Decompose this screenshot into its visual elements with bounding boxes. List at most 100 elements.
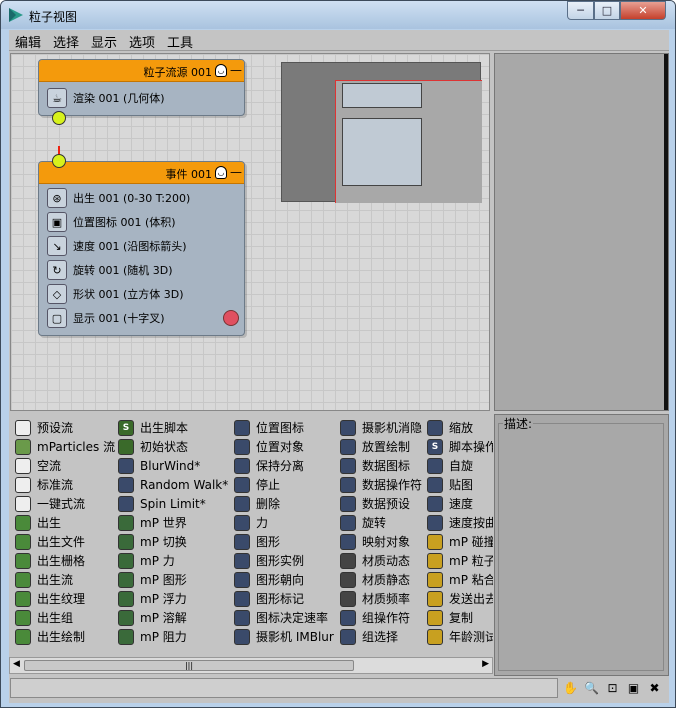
depot-item[interactable]: 位置图标 xyxy=(234,418,304,437)
menu-edit[interactable]: 编辑 xyxy=(15,32,41,51)
collapse-icon[interactable]: — xyxy=(230,165,242,179)
depot-item[interactable]: mP 溶解 xyxy=(118,608,187,627)
depot-item[interactable]: mP 图形 xyxy=(118,570,187,589)
menu-tools[interactable]: 工具 xyxy=(167,32,193,51)
lightbulb-icon[interactable]: ◡ xyxy=(215,64,227,77)
pan-icon[interactable]: ✋ xyxy=(562,680,579,697)
navigator-minimap[interactable] xyxy=(281,62,482,203)
depot-item[interactable]: 组操作符 xyxy=(340,608,410,627)
operator-display[interactable]: ▢ 显示 001 (十字叉) xyxy=(47,307,237,329)
parameters-panel[interactable] xyxy=(494,53,669,411)
depot-item[interactable]: 摄影机消隐 xyxy=(340,418,422,437)
close-button[interactable]: ✕ xyxy=(620,1,666,20)
depot-item[interactable]: 复制 xyxy=(427,608,473,627)
depot-item[interactable]: 出生文件 xyxy=(15,532,85,551)
input-connector[interactable] xyxy=(52,154,66,168)
depot-item[interactable]: 出生组 xyxy=(15,608,73,627)
depot-item[interactable]: mP 阻力 xyxy=(118,627,187,646)
depot-item[interactable]: 贴图 xyxy=(427,475,473,494)
depot-item[interactable]: 自旋 xyxy=(427,456,473,475)
depot-item[interactable]: 图标决定速率 xyxy=(234,608,328,627)
depot-item[interactable]: 初始状态 xyxy=(118,437,188,456)
depot-item[interactable]: 停止 xyxy=(234,475,280,494)
depot-item[interactable]: 出生绘制 xyxy=(15,627,85,646)
depot-item[interactable]: 预设流 xyxy=(15,418,73,437)
depot-item[interactable]: mP 粘合 xyxy=(427,570,493,589)
zoom-extents-icon[interactable]: ▣ xyxy=(625,680,642,697)
depot-item[interactable]: 空流 xyxy=(15,456,61,475)
operator-shape[interactable]: ◇ 形状 001 (立方体 3D) xyxy=(47,283,237,305)
depot-item[interactable]: 保持分离 xyxy=(234,456,304,475)
depot-item[interactable]: 速度 xyxy=(427,494,473,513)
depot-item[interactable]: Random Walk* xyxy=(118,475,228,494)
menu-display[interactable]: 显示 xyxy=(91,32,117,51)
minimize-button[interactable]: ─ xyxy=(567,1,594,20)
depot-item[interactable]: 图形朝向 xyxy=(234,570,304,589)
depot-item[interactable]: 删除 xyxy=(234,494,280,513)
depot-item[interactable]: 位置对象 xyxy=(234,437,304,456)
depot-item[interactable]: BlurWind* xyxy=(118,456,200,475)
depot-item[interactable]: 放置绘制 xyxy=(340,437,410,456)
depot-item[interactable]: mP 切换 xyxy=(118,532,187,551)
depot-item[interactable]: 图形实例 xyxy=(234,551,304,570)
depot-item[interactable]: 缩放 xyxy=(427,418,473,437)
depot-item[interactable]: 旋转 xyxy=(340,513,386,532)
depot-item[interactable]: mP 力 xyxy=(118,551,175,570)
depot-item[interactable]: 摄影机 IMBlur xyxy=(234,627,334,646)
depot-item[interactable]: 出生纹理 xyxy=(15,589,85,608)
operator-rotation[interactable]: ↻ 旋转 001 (随机 3D) xyxy=(47,259,237,281)
operator-birth[interactable]: ⊛ 出生 001 (0-30 T:200) xyxy=(47,187,237,209)
menu-select[interactable]: 选择 xyxy=(53,32,79,51)
depot-item[interactable]: 标准流 xyxy=(15,475,73,494)
depot-item[interactable]: 材质频率 xyxy=(340,589,410,608)
depot-scrollbar[interactable]: ◀ ||| ▶ xyxy=(9,657,493,674)
depot-item[interactable]: 映射对象 xyxy=(340,532,410,551)
depot-item[interactable]: 速度按曲 xyxy=(427,513,493,532)
display-color-swatch[interactable] xyxy=(223,310,239,326)
depot-item[interactable]: 力 xyxy=(234,513,268,532)
source-node-header[interactable]: 粒子流源 001 ◡ — xyxy=(39,60,244,82)
operator-position[interactable]: ▣ 位置图标 001 (体积) xyxy=(47,211,237,233)
depot-item[interactable]: 出生流 xyxy=(15,570,73,589)
depot-item[interactable]: mP 浮力 xyxy=(118,589,187,608)
depot-item[interactable]: mP 粒子 xyxy=(427,551,493,570)
depot-item[interactable]: 出生栅格 xyxy=(15,551,85,570)
depot-item[interactable]: mP 碰撞 xyxy=(427,532,493,551)
operator-render[interactable]: ☕ 渲染 001 (几何体) xyxy=(47,87,237,109)
menu-options[interactable]: 选项 xyxy=(129,32,155,51)
depot-item[interactable]: 材质静态 xyxy=(340,570,410,589)
depot-item[interactable]: 数据预设 xyxy=(340,494,410,513)
no-zoom-icon[interactable]: ✖ xyxy=(646,680,663,697)
depot-item[interactable]: 数据图标 xyxy=(340,456,410,475)
depot-item[interactable]: 图形 xyxy=(234,532,280,551)
lightbulb-icon[interactable]: ◡ xyxy=(215,166,227,179)
event-node-header[interactable]: 事件 001 ◡ — xyxy=(39,162,244,184)
title-bar[interactable]: 粒子视图 ─ □ ✕ xyxy=(1,1,675,29)
depot-item[interactable]: S 脚本操作 xyxy=(427,437,493,456)
depot-item[interactable]: 数据操作符 xyxy=(340,475,422,494)
scroll-thumb[interactable]: ||| xyxy=(24,660,354,671)
collapse-icon[interactable]: — xyxy=(230,63,242,77)
scroll-right-icon[interactable]: ▶ xyxy=(482,659,489,669)
scroll-left-icon[interactable]: ◀ xyxy=(13,659,20,669)
depot-item[interactable]: 一键式流 xyxy=(15,494,85,513)
zoom-icon[interactable]: 🔍 xyxy=(583,680,600,697)
source-node[interactable]: 粒子流源 001 ◡ — ☕ 渲染 001 (几何体) xyxy=(38,59,245,116)
depot-item[interactable]: 材质动态 xyxy=(340,551,410,570)
depot-item[interactable]: 年龄测试 xyxy=(427,627,493,646)
zoom-region-icon[interactable]: ⊡ xyxy=(604,680,621,697)
particle-graph-canvas[interactable]: 粒子流源 001 ◡ — ☕ 渲染 001 (几何体) 事件 001 ◡ — ⊛… xyxy=(10,53,490,411)
depot-item[interactable]: 出生 xyxy=(15,513,61,532)
event-node[interactable]: 事件 001 ◡ — ⊛ 出生 001 (0-30 T:200) ▣ 位置图标 00… xyxy=(38,161,245,336)
operator-label: 出生 001 (0-30 T:200) xyxy=(73,192,191,205)
depot-item[interactable]: 组选择 xyxy=(340,627,398,646)
depot-item[interactable]: S 出生脚本 xyxy=(118,418,188,437)
depot-item[interactable]: 发送出去 xyxy=(427,589,493,608)
maximize-button[interactable]: □ xyxy=(594,1,620,20)
operator-speed[interactable]: ↘ 速度 001 (沿图标箭头) xyxy=(47,235,237,257)
depot-item[interactable]: Spin Limit* xyxy=(118,494,206,513)
depot-item[interactable]: 图形标记 xyxy=(234,589,304,608)
depot-item[interactable]: mParticles 流 xyxy=(15,437,115,456)
depot-item[interactable]: mP 世界 xyxy=(118,513,187,532)
output-connector[interactable] xyxy=(52,111,66,125)
